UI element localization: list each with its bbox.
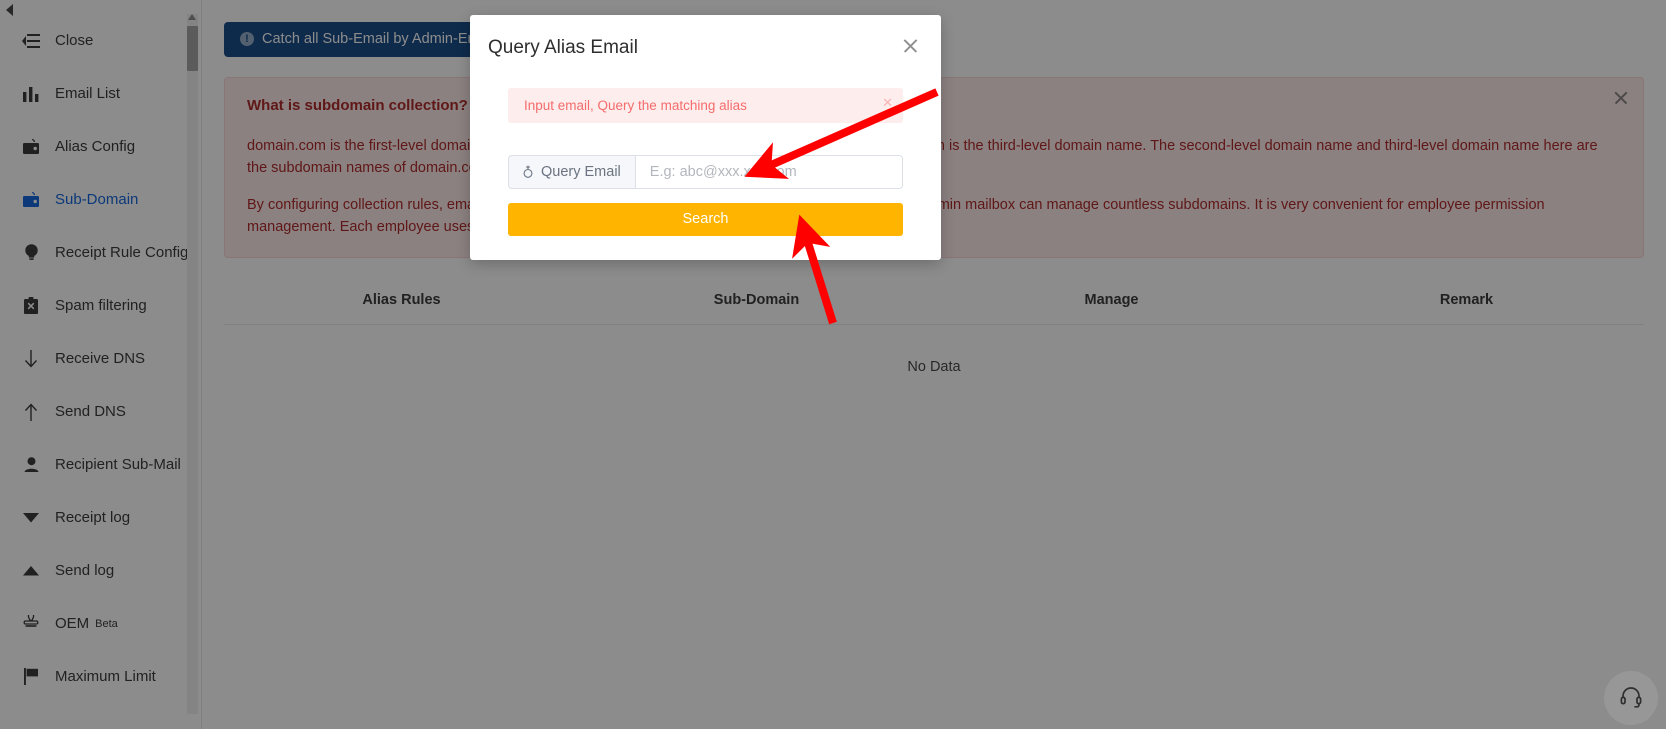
inline-alert-text: Input email, Query the matching alias	[524, 97, 747, 113]
modal-title: Query Alias Email	[488, 37, 638, 58]
search-button-label: Search	[682, 211, 729, 228]
support-button[interactable]	[1604, 671, 1658, 725]
query-email-prefix-text: Query Email	[541, 163, 621, 180]
app-root: Close Email List Alias Config Sub-Domain…	[0, 0, 1666, 729]
search-icon	[523, 165, 534, 179]
close-icon[interactable]	[902, 37, 919, 54]
query-email-prefix-label: Query Email	[508, 154, 635, 189]
modal-body: Input email, Query the matching alias ✕ …	[470, 66, 941, 236]
modal-header: Query Alias Email	[470, 15, 941, 66]
query-alias-email-modal: Query Alias Email Input email, Query the…	[470, 15, 941, 260]
close-icon[interactable]: ✕	[882, 96, 893, 109]
modal-inline-alert: Input email, Query the matching alias ✕	[508, 87, 903, 123]
query-email-field-row: Query Email	[508, 154, 903, 189]
query-email-input[interactable]	[634, 154, 903, 189]
search-button[interactable]: Search	[508, 202, 903, 236]
headset-icon	[1619, 684, 1643, 713]
